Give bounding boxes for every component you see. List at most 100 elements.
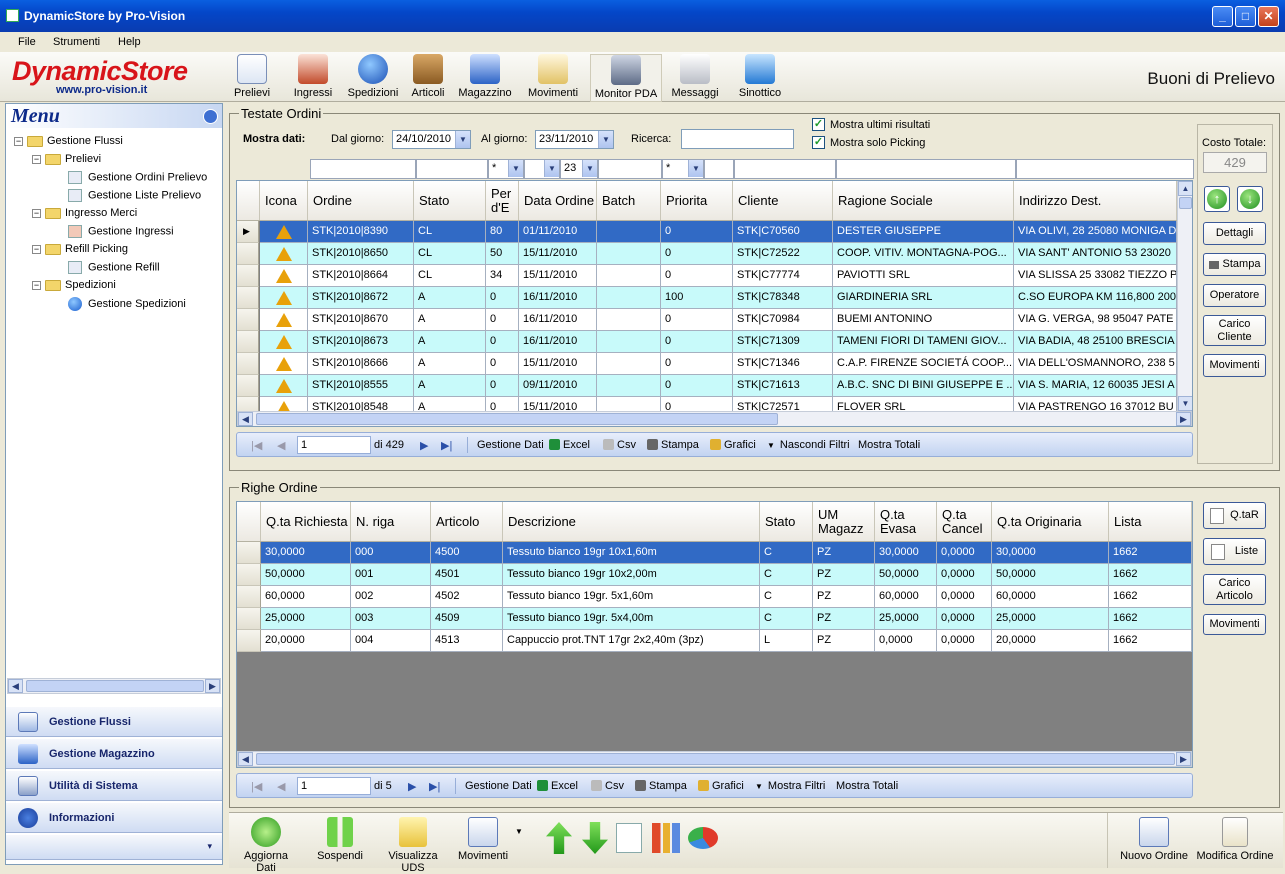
excel-button[interactable]: Excel bbox=[537, 780, 578, 792]
movimenti-dropdown-button[interactable]: Movimenti bbox=[457, 817, 509, 862]
maximize-button[interactable]: □ bbox=[1235, 6, 1256, 27]
col-stato[interactable]: Stato bbox=[414, 181, 486, 220]
scroll-thumb[interactable] bbox=[256, 413, 778, 425]
table-row[interactable]: STK|2010|8673 A 0 16/11/2010 0 STK|C71309 TAME… bbox=[237, 331, 1177, 353]
last-page-icon[interactable]: ▶| bbox=[441, 439, 452, 452]
prev-page-icon[interactable]: ◀ bbox=[277, 439, 285, 452]
chevron-down-icon[interactable]: ▼ bbox=[508, 160, 523, 177]
chevron-down-icon[interactable]: ▼ bbox=[455, 131, 470, 148]
chevron-down-icon[interactable]: ▾ bbox=[207, 841, 212, 852]
row-selector[interactable] bbox=[237, 586, 261, 608]
mostra-ultimi-checkbox[interactable]: ✓ bbox=[812, 118, 825, 131]
col-n-riga[interactable]: N. riga bbox=[351, 502, 431, 541]
col-cliente[interactable]: Cliente bbox=[733, 181, 833, 220]
filter-ordine[interactable] bbox=[310, 159, 416, 179]
scroll-thumb[interactable] bbox=[256, 753, 1175, 765]
table-row[interactable]: 20,0000 004 4513 Cappuccio prot.TNT 17gr 2x… bbox=[237, 630, 1192, 652]
gestione-dati-button[interactable]: Gestione Dati bbox=[465, 780, 532, 792]
liste-button[interactable]: Liste bbox=[1203, 538, 1266, 565]
row-selector[interactable] bbox=[237, 630, 261, 652]
filter-priorita[interactable]: * ▼ bbox=[662, 159, 704, 179]
toolbar-movimenti-button[interactable]: Movimenti bbox=[526, 54, 580, 102]
row-selector[interactable] bbox=[237, 287, 259, 309]
table-row[interactable]: 30,0000 000 4500 Tessuto bianco 19gr 10x1,6… bbox=[237, 542, 1192, 564]
row-selector[interactable] bbox=[237, 375, 259, 397]
col-articolo[interactable]: Articolo bbox=[431, 502, 503, 541]
scroll-down-icon[interactable]: ▼ bbox=[1178, 396, 1192, 411]
row-selector[interactable] bbox=[237, 331, 259, 353]
csv-button[interactable]: Csv bbox=[603, 439, 636, 451]
nav-gestione-magazzino[interactable]: Gestione Magazzino bbox=[6, 738, 222, 769]
arrow-down-icon[interactable] bbox=[582, 822, 608, 854]
scroll-thumb[interactable] bbox=[1179, 197, 1192, 209]
col-batch[interactable]: Batch bbox=[597, 181, 661, 220]
chevron-down-icon[interactable]: ▼ bbox=[598, 131, 613, 148]
aggiorna-dati-button[interactable]: Aggiorna Dati bbox=[233, 817, 299, 874]
table-row[interactable]: STK|2010|8672 A 0 16/11/2010 100 STK|C78348 GI… bbox=[237, 287, 1177, 309]
col-qta-originaria[interactable]: Q.ta Originaria bbox=[992, 502, 1109, 541]
col-ordine[interactable]: Ordine bbox=[308, 181, 414, 220]
filter-batch[interactable] bbox=[598, 159, 662, 179]
stampa-side-button[interactable]: Stampa bbox=[1203, 253, 1266, 276]
chevron-down-icon[interactable]: ▼ bbox=[544, 160, 559, 177]
scroll-right-icon[interactable]: ▶ bbox=[1176, 752, 1191, 766]
visualizza-uds-button[interactable]: Visualizza UDS bbox=[377, 817, 449, 874]
chevron-down-icon[interactable]: ▼ bbox=[582, 160, 597, 177]
toolbar-articoli-button[interactable]: Articoli bbox=[409, 54, 447, 102]
col-stato[interactable]: Stato bbox=[760, 502, 813, 541]
tree-item-spedizioni[interactable]: − Spedizioni bbox=[32, 279, 116, 291]
scroll-right-icon[interactable]: ▶ bbox=[205, 679, 220, 693]
nascondi-filtri-button[interactable]: ▼ Nascondi Filtri bbox=[767, 439, 850, 451]
table-row[interactable]: STK|2010|8555 A 0 09/11/2010 0 STK|C71613 A.B.… bbox=[237, 375, 1177, 397]
righe-movimenti-button[interactable]: Movimenti bbox=[1203, 614, 1266, 635]
stampa-button[interactable]: Stampa bbox=[647, 439, 699, 451]
tree-item-gestione-flussi[interactable]: − Gestione Flussi bbox=[14, 135, 123, 147]
nuovo-ordine-button[interactable]: Nuovo Ordine bbox=[1119, 817, 1189, 862]
carico-cliente-button[interactable]: Carico Cliente bbox=[1203, 315, 1266, 346]
col-per-de[interactable]: Per d'E bbox=[486, 181, 519, 220]
scroll-right-icon[interactable]: ▶ bbox=[1176, 412, 1191, 426]
tree-item-gestione-liste-prelievo[interactable]: Gestione Liste Prelievo bbox=[68, 189, 201, 202]
testate-vertical-scrollbar[interactable]: ▲ ▼ bbox=[1177, 181, 1192, 411]
row-selector[interactable] bbox=[237, 265, 259, 287]
table-row[interactable]: 50,0000 001 4501 Tessuto bianco 19gr 10x2,0… bbox=[237, 564, 1192, 586]
move-up-button[interactable]: ↑ bbox=[1204, 186, 1230, 212]
scroll-left-icon[interactable]: ◀ bbox=[238, 412, 253, 426]
toolbar-prelievi-button[interactable]: Prelievi bbox=[233, 54, 271, 102]
filter-ragione-sociale[interactable] bbox=[836, 159, 1016, 179]
col-data-ordine[interactable]: Data Ordine bbox=[519, 181, 597, 220]
menu-file[interactable]: File bbox=[18, 36, 36, 48]
filter-cliente[interactable] bbox=[734, 159, 836, 179]
prev-page-icon[interactable]: ◀ bbox=[277, 780, 285, 793]
tree-item-gestione-refill[interactable]: Gestione Refill bbox=[68, 261, 160, 274]
operatore-button[interactable]: Operatore bbox=[1203, 284, 1266, 307]
table-row[interactable]: STK|2010|8670 A 0 16/11/2010 0 STK|C70984 BUEM… bbox=[237, 309, 1177, 331]
excel-button[interactable]: Excel bbox=[549, 439, 590, 451]
collapse-toggle-icon[interactable]: − bbox=[14, 136, 23, 146]
row-selector[interactable] bbox=[237, 542, 261, 564]
col-priorita[interactable]: Priorita bbox=[661, 181, 733, 220]
bar-chart-icon[interactable] bbox=[652, 823, 680, 853]
scroll-left-icon[interactable]: ◀ bbox=[8, 679, 23, 693]
csv-button[interactable]: Csv bbox=[591, 780, 624, 792]
scroll-up-icon[interactable]: ▲ bbox=[1178, 181, 1192, 196]
table-row[interactable]: 25,0000 003 4509 Tessuto bianco 19gr. 5x4,0… bbox=[237, 608, 1192, 630]
nav-overflow[interactable]: ▾ bbox=[6, 834, 222, 860]
sidebar-horizontal-scrollbar[interactable]: ◀ ▶ bbox=[7, 678, 221, 694]
col-um-magazz[interactable]: UM Magazz bbox=[813, 502, 875, 541]
first-page-icon[interactable]: |◀ bbox=[251, 780, 262, 793]
collapse-toggle-icon[interactable]: − bbox=[32, 280, 41, 290]
minimize-button[interactable]: _ bbox=[1212, 6, 1233, 27]
mostra-filtri-button[interactable]: ▼ Mostra Filtri bbox=[755, 780, 825, 792]
toolbar-monitor-pda-button[interactable]: Monitor PDA bbox=[590, 54, 662, 102]
filter-blank[interactable] bbox=[704, 159, 734, 179]
filter-data[interactable]: 23 ▼ bbox=[560, 159, 598, 179]
row-selector[interactable]: ▶ bbox=[237, 221, 259, 243]
table-row[interactable]: STK|2010|8650 CL 50 15/11/2010 0 STK|C72522 CO… bbox=[237, 243, 1177, 265]
toolbar-spedizioni-button[interactable]: Spedizioni bbox=[347, 54, 399, 102]
toolbar-messaggi-button[interactable]: Messaggi bbox=[670, 54, 720, 102]
grafici-button[interactable]: Grafici bbox=[698, 780, 744, 792]
arrow-up-icon[interactable] bbox=[546, 822, 572, 854]
gestione-dati-button[interactable]: Gestione Dati bbox=[477, 439, 544, 451]
scroll-left-icon[interactable]: ◀ bbox=[238, 752, 253, 766]
